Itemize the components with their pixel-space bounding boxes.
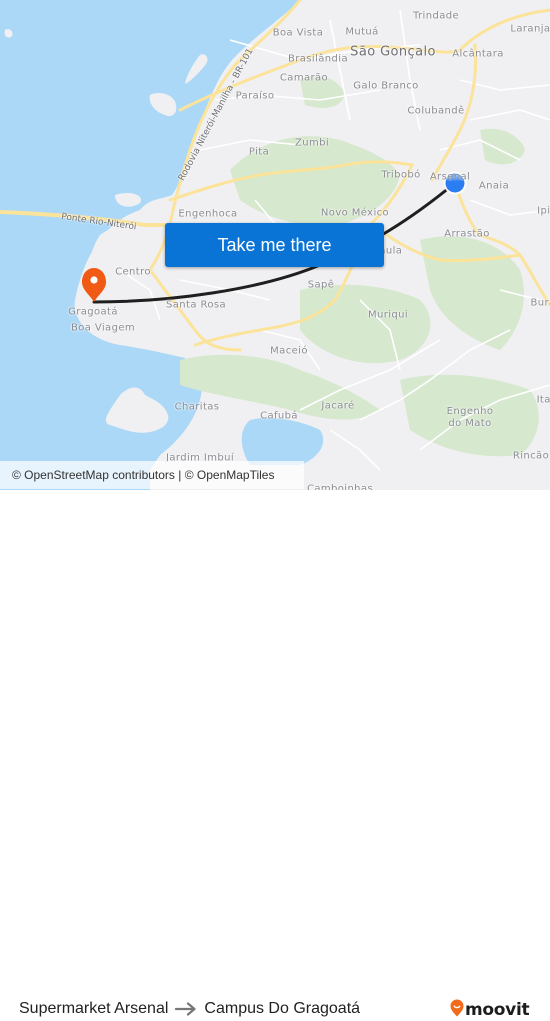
arrow-right-icon bbox=[175, 1002, 197, 1016]
place-label: Pita bbox=[248, 146, 270, 158]
place-label: Arsenal bbox=[429, 171, 471, 183]
place-label: Rincão bbox=[512, 450, 550, 462]
forest-area bbox=[420, 236, 524, 350]
place-label: Brasilândia bbox=[288, 53, 348, 65]
place-label: Engenho do Mato bbox=[446, 406, 494, 429]
place-label: Galo Branco bbox=[353, 80, 419, 92]
destination-name: Campus Do Gragoatá bbox=[204, 1000, 361, 1017]
place-label: Laranjal bbox=[510, 23, 550, 35]
place-label: São Gonçalo bbox=[350, 44, 436, 60]
footer: Supermarket Arsenal Campus Do Gragoatá m… bbox=[0, 490, 550, 1020]
take-me-there-button[interactable]: Take me there bbox=[165, 223, 384, 267]
place-label: Anaia bbox=[478, 180, 510, 192]
place-label: Alcântara bbox=[452, 48, 504, 60]
moovit-logo[interactable]: moovit bbox=[450, 999, 530, 1021]
place-label: Mutuá bbox=[345, 26, 379, 38]
place-label: Colubandê bbox=[407, 105, 465, 117]
place-label: Cafubá bbox=[260, 410, 298, 422]
place-label: Buracos bbox=[530, 297, 550, 309]
place-label: Jacaré bbox=[321, 400, 355, 412]
place-label: Boa Vista bbox=[272, 27, 324, 39]
place-label: Santa Rosa bbox=[166, 299, 226, 311]
place-label: Paraíso bbox=[235, 90, 275, 102]
route-title: Supermarket Arsenal Campus Do Gragoatá bbox=[19, 1000, 360, 1018]
place-label: Gragoatá bbox=[68, 306, 118, 318]
place-label: Sapê bbox=[307, 279, 335, 291]
place-label: Trindade bbox=[412, 10, 460, 22]
map[interactable]: Trindade Laranjal Boa Vista Mutuá São Go… bbox=[0, 0, 550, 490]
place-label: Arrastão bbox=[444, 228, 490, 240]
origin-name: Supermarket Arsenal bbox=[19, 1000, 169, 1017]
place-label: Tribobó bbox=[381, 169, 421, 181]
place-label: Centro bbox=[115, 266, 151, 278]
place-label: Boa Viagem bbox=[70, 322, 136, 334]
attribution-text: © OpenStreetMap contributors | © OpenMap… bbox=[12, 468, 275, 482]
map-attribution[interactable]: © OpenStreetMap contributors | © OpenMap… bbox=[0, 461, 304, 489]
moovit-wordmark: moovit bbox=[465, 1000, 530, 1020]
place-label: Itaipu bbox=[536, 394, 550, 406]
place-label: Engenhoca bbox=[178, 208, 238, 220]
place-label: Ipiíba bbox=[537, 205, 550, 217]
place-label: Maceió bbox=[270, 345, 308, 357]
place-label: Charitas bbox=[174, 401, 220, 413]
place-label: Camarão bbox=[279, 72, 329, 84]
forest-area bbox=[300, 284, 431, 364]
moovit-pin-logo-icon bbox=[450, 999, 464, 1021]
lagoon-water bbox=[241, 418, 324, 465]
place-label: Novo México bbox=[320, 207, 390, 219]
place-label: Zumbi bbox=[294, 137, 330, 149]
place-label: Muriqui bbox=[367, 309, 409, 321]
